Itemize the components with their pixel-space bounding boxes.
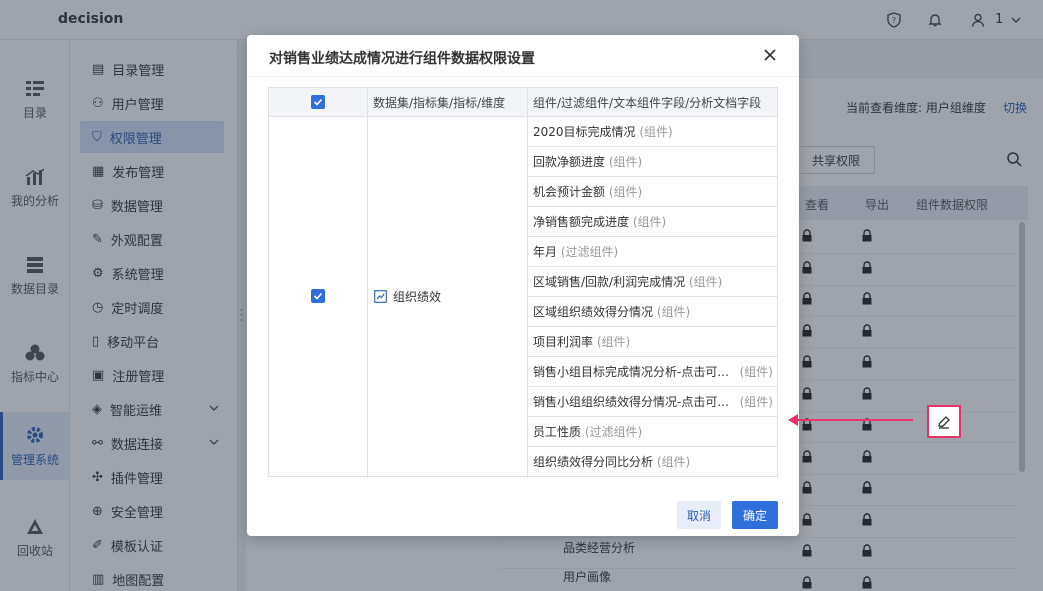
component-cell[interactable]: 机会预计金额 (组件) [527,176,778,207]
component-name: 员工性质 [533,425,582,439]
component-cell[interactable]: 销售小组目标完成情况分析-点击可... (组件) [527,356,778,387]
component-cell[interactable]: 销售小组组织绩效得分情况-点击可... (组件) [527,386,778,417]
header-component: 组件/过滤组件/文本组件字段/分析文档字段 [527,87,778,117]
dialog-title: 对销售业绩达成情况进行组件数据权限设置 [269,51,535,67]
cancel-button[interactable]: 取消 [677,501,721,529]
component-name: 机会预计金额 [533,185,606,199]
dataset-chart-icon [374,290,387,303]
component-name: 区域销售/回款/利润完成情况 [533,275,686,289]
permission-table: 数据集/指标集/指标/维度 组件/过滤组件/文本组件字段/分析文档字段 组织绩效… [268,87,778,477]
component-type-tag: (组件) [688,275,723,289]
component-type-tag: (组件) [639,125,673,139]
component-name: 销售小组组织绩效得分情况-点击可... [533,395,729,409]
edit-permission-button[interactable] [927,405,961,438]
component-type-tag: (组件) [608,155,643,169]
checkbox-select-all[interactable] [311,94,325,109]
component-type-tag: (组件) [608,185,643,199]
component-type-tag: (过滤组件) [584,425,643,439]
checkbox-dataset[interactable] [311,289,325,303]
component-cell[interactable]: 2020目标完成情况 (组件) [527,116,778,147]
component-type-tag: (组件) [656,305,691,319]
component-permission-dialog: 对销售业绩达成情况进行组件数据权限设置 数据集/指标集/指标/维度 组件/过滤组… [247,35,799,536]
header-dataset: 数据集/指标集/指标/维度 [367,87,528,117]
component-name: 组织绩效得分同比分析 [533,455,654,469]
dataset-checkbox-cell[interactable] [268,116,368,477]
component-cell[interactable]: 年月 (过滤组件) [527,236,778,267]
header-select-all[interactable] [268,87,368,117]
component-cell[interactable]: 区域销售/回款/利润完成情况 (组件) [527,266,778,297]
component-name: 销售小组目标完成情况分析-点击可... [533,365,729,379]
component-type-tag: (组件) [739,395,773,409]
dataset-name: 组织绩效 [393,290,442,304]
divider [247,76,799,77]
component-name: 年月 [533,245,558,259]
component-cell[interactable]: 回款净额进度 (组件) [527,146,778,177]
annotation-arrow-head [788,414,798,426]
annotation-arrow [795,419,913,421]
component-type-tag: (过滤组件) [560,245,619,259]
confirm-button[interactable]: 确定 [732,501,778,529]
component-cell[interactable]: 组织绩效得分同比分析 (组件) [527,446,778,477]
component-name: 项目利润率 [533,335,594,349]
component-cell[interactable]: 净销售额完成进度 (组件) [527,206,778,237]
component-type-tag: (组件) [632,215,667,229]
component-name: 回款净额进度 [533,155,606,169]
component-type-tag: (组件) [739,365,773,379]
component-cell[interactable]: 员工性质 (过滤组件) [527,416,778,447]
permission-row: 组织绩效 2020目标完成情况 (组件) [268,116,778,477]
component-name: 净销售额完成进度 [533,215,630,229]
component-name: 区域组织绩效得分情况 [533,305,654,319]
check-icon [313,98,323,106]
edit-icon [938,415,950,429]
component-name: 2020目标完成情况 [533,125,636,139]
component-cell[interactable]: 区域组织绩效得分情况 (组件) [527,296,778,327]
close-icon[interactable] [762,47,778,63]
dataset-cell: 组织绩效 [367,116,528,477]
component-type-tag: (组件) [596,335,631,349]
component-cell[interactable]: 项目利润率 (组件) [527,326,778,357]
check-icon [313,292,323,300]
component-type-tag: (组件) [656,455,691,469]
